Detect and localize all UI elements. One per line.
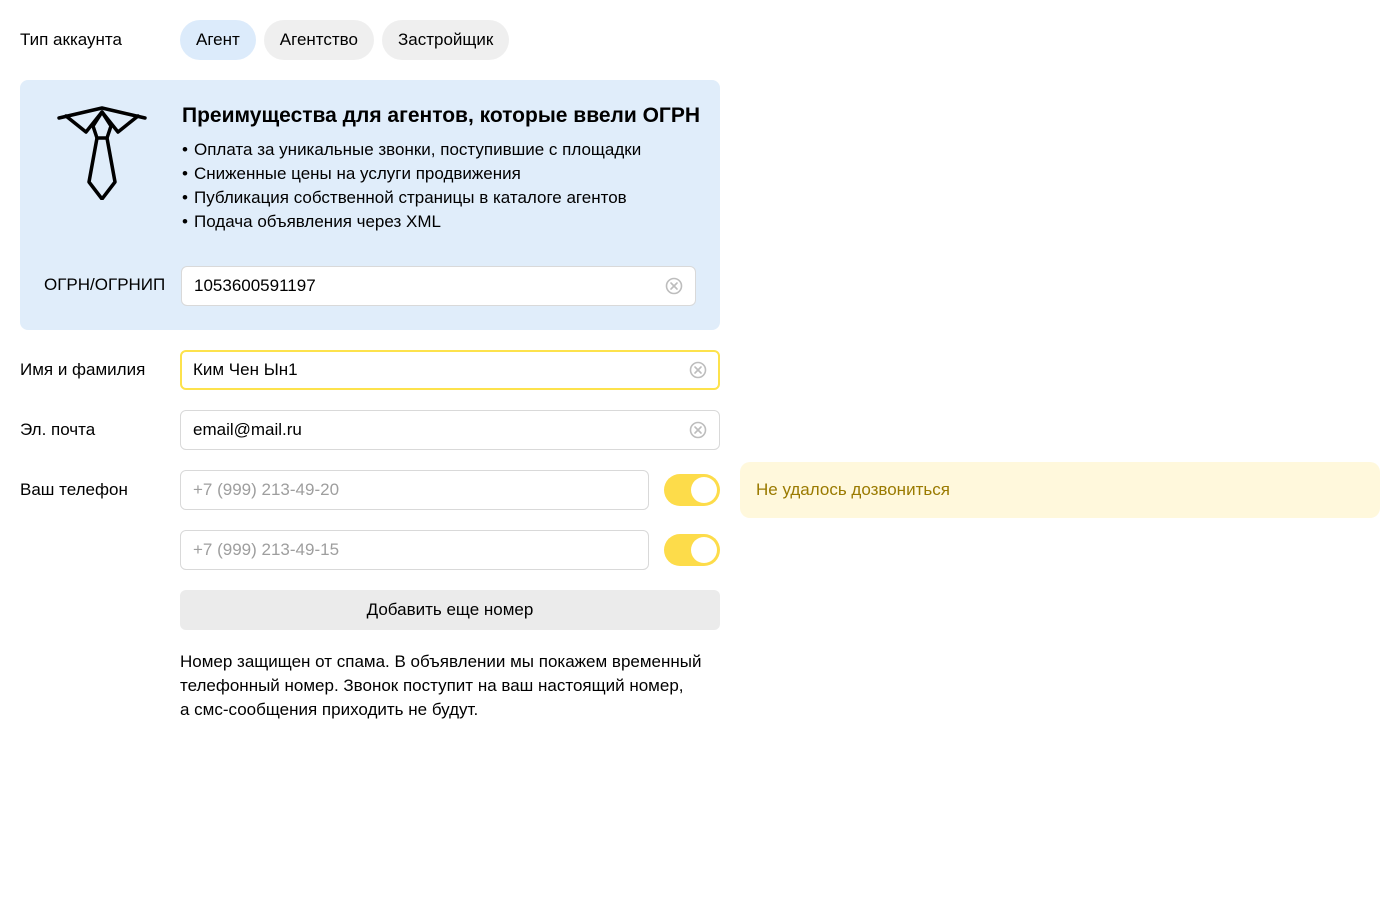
name-input[interactable]: Ким Чен Ын1 [180,350,720,390]
name-label-row: Имя и фамилия [20,350,145,390]
phone-input-1[interactable]: +7 (999) 213-49-20 [180,470,649,510]
account-type-row: Тип аккаунта Агент Агентство Застройщик [20,20,517,60]
ogrn-label: ОГРН/ОГРНИП [44,275,166,294]
phone-input-2[interactable]: +7 (999) 213-49-15 [180,530,649,570]
email-label: Эл. почта [20,420,96,439]
name-value[interactable]: Ким Чен Ын1 [193,360,689,380]
ogrn-input[interactable]: 1053600591197 [181,266,696,306]
benefit-text: Сниженные цены на услуги продвижения [194,164,521,183]
spam-note-line: а смс-сообщения приходить не будут. [180,700,479,719]
tie-icon [57,106,147,200]
ogrn-value[interactable]: 1053600591197 [194,276,665,296]
call-error-message: Не удалось дозвониться [740,462,1380,518]
benefit-item: • Подача объявления через XML [182,210,641,234]
clear-icon[interactable] [689,361,707,379]
clear-icon[interactable] [665,277,683,295]
bullet: • [182,188,188,207]
bullet: • [182,140,188,159]
account-type-label: Тип аккаунта [20,30,122,49]
benefits-panel: Преимущества для агентов, которые ввели … [20,80,720,330]
clear-icon[interactable] [689,421,707,439]
benefit-item: • Публикация собственной страницы в катал… [182,186,641,210]
name-label: Имя и фамилия [20,360,146,379]
toggle-knob [691,477,717,503]
spam-note-line: Номер защищен от спама. В объявлении мы … [180,652,702,671]
benefits-title: Преимущества для агентов, которые ввели … [182,104,701,127]
phone-toggle-1[interactable] [664,474,720,506]
benefits-list: • Оплата за уникальные звонки, поступивши… [182,138,641,234]
toggle-knob [691,537,717,563]
phone-label-row: Ваш телефон [20,470,128,510]
email-input[interactable]: email@mail.ru [180,410,720,450]
bullet: • [182,212,188,231]
account-type-agent[interactable]: Агент [180,20,256,60]
email-value[interactable]: email@mail.ru [193,420,689,440]
benefit-text: Публикация собственной страницы в катало… [194,188,627,207]
phone-toggle-2[interactable] [664,534,720,566]
email-label-row: Эл. почта [20,410,95,450]
spam-note: Номер защищен от спама. В объявлении мы … [180,650,702,722]
benefit-item: • Оплата за уникальные звонки, поступивши… [182,138,641,162]
benefit-item: • Сниженные цены на услуги продвижения [182,162,641,186]
account-type-developer[interactable]: Застройщик [381,20,510,60]
phone-placeholder-2[interactable]: +7 (999) 213-49-15 [193,540,636,560]
account-type-agency[interactable]: Агентство [263,20,374,60]
benefit-text: Оплата за уникальные звонки, поступившие… [194,140,642,159]
bullet: • [182,164,188,183]
spam-note-line: телефонный номер. Звонок поступит на ваш… [180,676,684,695]
add-phone-button[interactable]: Добавить еще номер [180,590,720,630]
phone-placeholder-1[interactable]: +7 (999) 213-49-20 [193,480,636,500]
benefit-text: Подача объявления через XML [194,212,441,231]
phone-label: Ваш телефон [20,480,128,499]
